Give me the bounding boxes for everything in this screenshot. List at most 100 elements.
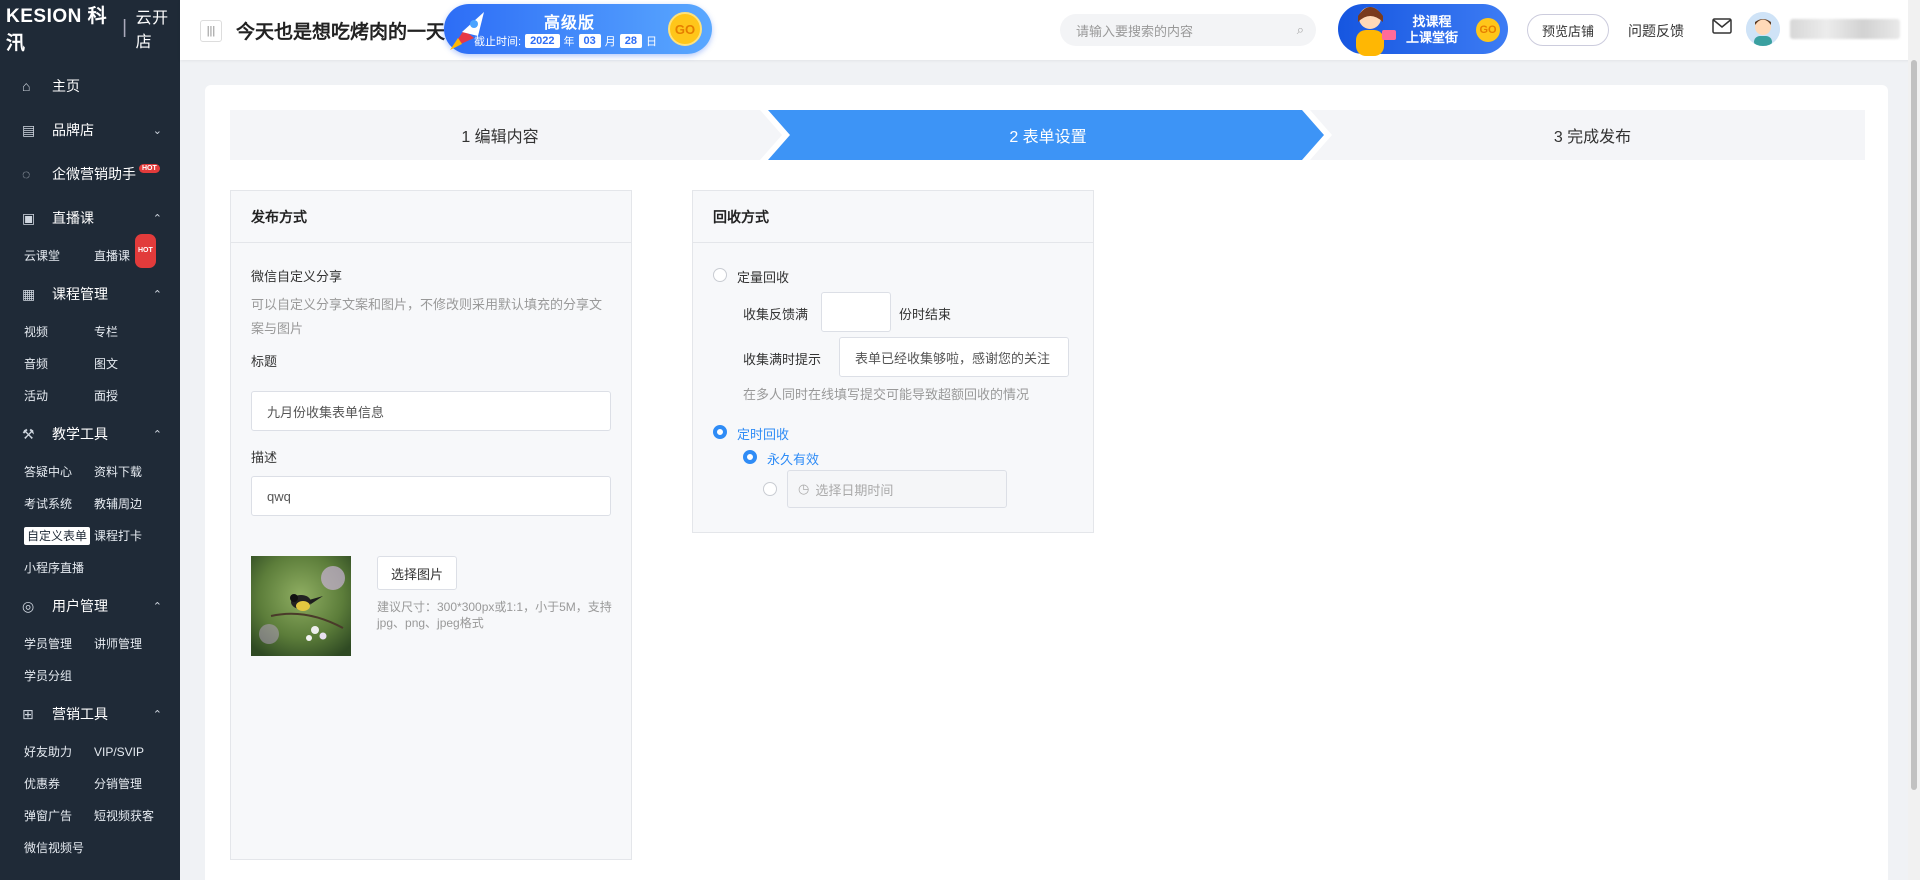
sidebar-item-course[interactable]: ▦ 课程管理 ⌃ xyxy=(0,272,180,316)
chevron-up-icon: ⌃ xyxy=(152,708,162,721)
recycle-panel: 回收方式 定量回收 收集反馈满 份时结束 收集满时提示 表单已经收集够啦，感谢您… xyxy=(692,190,1094,533)
upgrade-go-button[interactable]: GO xyxy=(668,12,702,46)
sidebar-sub-groups[interactable]: 学员分组 xyxy=(24,660,94,692)
course-street-banner[interactable]: 找课程 上课堂街 GO xyxy=(1338,4,1508,56)
clock-icon: ◷ xyxy=(798,481,810,496)
course-submenu: 视频 专栏 音频 图文 活动 面授 xyxy=(0,316,180,412)
share-image-thumbnail[interactable] xyxy=(251,556,351,656)
page-scrollbar[interactable] xyxy=(1908,0,1920,880)
recycle-panel-heading: 回收方式 xyxy=(693,191,1093,243)
sidebar-sub-short-video[interactable]: 短视频获客 xyxy=(94,800,174,832)
pro-plan-banner[interactable]: 高级版 截止时间: 2022 年 03 月 28 日 GO xyxy=(444,4,712,54)
sidebar-sub-miniprogram-live[interactable]: 小程序直播 xyxy=(24,552,94,584)
sidebar-sub-live-class[interactable]: 直播课 HOT xyxy=(94,234,174,272)
quota-recycle-label: 定量回收 xyxy=(737,270,790,285)
sidebar-item-label: 企微营销助手 xyxy=(52,166,136,182)
sidebar-sub-cloud-class[interactable]: 云课堂 xyxy=(24,240,94,272)
sidebar-sub-checkin[interactable]: 课程打卡 xyxy=(94,520,174,552)
sidebar-sub-activity[interactable]: 活动 xyxy=(24,380,94,412)
share-title-field[interactable]: 九月份收集表单信息 xyxy=(251,391,611,431)
datetime-picker[interactable]: ◷ 选择日期时间 xyxy=(787,470,1007,508)
teacher-illustration-icon xyxy=(1356,7,1396,56)
store-icon: ▤ xyxy=(22,121,36,138)
search-icon[interactable]: ⌕ xyxy=(1297,22,1304,38)
search-placeholder: 请输入要搜索的内容 xyxy=(1076,23,1194,39)
sidebar-item-marketing[interactable]: ⊞ 营销工具 ⌃ xyxy=(0,692,180,736)
permanent-radio[interactable] xyxy=(743,450,757,464)
sidebar-sub-aids[interactable]: 教辅周边 xyxy=(94,488,174,520)
sidebar-sub-distribution[interactable]: 分销管理 xyxy=(94,768,174,800)
plan-expiry: 截止时间: 2022 年 03 月 28 日 xyxy=(474,34,658,48)
sidebar-sub-column[interactable]: 专栏 xyxy=(94,316,174,348)
share-description-field[interactable]: qwq xyxy=(251,476,611,516)
quota-recycle-radio[interactable] xyxy=(713,268,727,282)
chevron-up-icon: ⌃ xyxy=(152,428,162,441)
sidebar-sub-exam[interactable]: 考试系统 xyxy=(24,488,94,520)
publish-panel: 发布方式 微信自定义分享 可以自定义分享文案和图片，不修改则采用默认填充的分享文… xyxy=(230,190,632,860)
video-camera-icon: ▣ xyxy=(22,209,36,226)
sidebar-sub-downloads[interactable]: 资料下载 xyxy=(94,456,174,488)
sidebar-sub-audio[interactable]: 音频 xyxy=(24,348,94,380)
marketing-submenu: 好友助力 VIP/SVIP 优惠券 分销管理 弹窗广告 短视频获客 微信视频号 xyxy=(0,736,180,864)
datetime-radio[interactable] xyxy=(763,482,777,496)
teaching-submenu: 答疑中心 资料下载 考试系统 教辅周边 自定义表单 课程打卡 小程序直播 xyxy=(0,456,180,584)
chevron-up-icon: ⌃ xyxy=(152,212,162,225)
choose-image-button[interactable]: 选择图片 xyxy=(377,556,457,590)
tools-icon: ⚒ xyxy=(22,425,35,442)
sidebar-sub-students[interactable]: 学员管理 xyxy=(24,628,94,660)
sidebar-item-brand-store[interactable]: ▤ 品牌店 ⌄ xyxy=(0,108,180,152)
sidebar-sub-vip[interactable]: VIP/SVIP xyxy=(94,736,174,768)
sidebar-sub-teachers[interactable]: 讲师管理 xyxy=(94,628,174,660)
document-icon: ▦ xyxy=(22,285,36,302)
hot-badge: HOT xyxy=(139,163,160,173)
chevron-down-icon: ⌄ xyxy=(152,124,162,137)
sidebar-item-label: 课程管理 xyxy=(52,286,108,302)
step-edit-content[interactable]: 1 编辑内容 xyxy=(230,110,770,160)
sidebar-sub-custom-form[interactable]: 自定义表单 xyxy=(24,520,94,552)
datetime-placeholder: 选择日期时间 xyxy=(815,482,894,498)
hot-badge: HOT xyxy=(135,234,156,268)
sidebar-sub-coupons[interactable]: 优惠券 xyxy=(24,768,94,800)
logo-brand: KESION 科汛 xyxy=(6,6,108,54)
menu-toggle-icon[interactable]: ||| xyxy=(200,20,222,42)
timed-recycle-radio[interactable] xyxy=(713,425,727,439)
description-label: 描述 xyxy=(251,450,278,465)
collect-count-field[interactable] xyxy=(821,292,891,332)
user-icon: ◎ xyxy=(22,597,35,614)
sidebar-item-label: 主页 xyxy=(52,78,80,94)
step-publish[interactable]: 3 完成发布 xyxy=(1320,110,1865,160)
preview-store-button[interactable]: 预览店铺 xyxy=(1527,14,1609,46)
sidebar-item-teaching[interactable]: ⚒ 教学工具 ⌃ xyxy=(0,412,180,456)
scrollbar-thumb[interactable] xyxy=(1911,60,1917,790)
logo[interactable]: KESION 科汛 | 云开店 xyxy=(0,0,180,56)
sidebar-item-label: 直播课 xyxy=(52,210,94,226)
avatar[interactable] xyxy=(1746,12,1780,46)
sidebar-sub-article[interactable]: 图文 xyxy=(94,348,174,380)
sidebar-sub-offline[interactable]: 面授 xyxy=(94,380,174,412)
sidebar-item-wecom[interactable]: ◌ 企微营销助手 HOT xyxy=(0,152,180,196)
sidebar-sub-popup-ads[interactable]: 弹窗广告 xyxy=(24,800,94,832)
sidebar-sub-video[interactable]: 视频 xyxy=(24,316,94,348)
logo-separator: | xyxy=(122,17,128,38)
sidebar-item-live[interactable]: ▣ 直播课 ⌃ xyxy=(0,196,180,240)
full-tip-field[interactable]: 表单已经收集够啦，感谢您的关注 xyxy=(839,337,1069,377)
step-form-settings[interactable]: 2 表单设置 xyxy=(778,110,1318,160)
plan-tier: 高级版 xyxy=(544,15,596,32)
share-title: 微信自定义分享 xyxy=(251,269,343,284)
feedback-link[interactable]: 问题反馈 xyxy=(1628,21,1684,41)
sidebar-item-users[interactable]: ◎ 用户管理 ⌃ xyxy=(0,584,180,628)
course-go-button[interactable]: GO xyxy=(1476,18,1500,42)
sidebar-sub-wechat-channels[interactable]: 微信视频号 xyxy=(24,832,94,864)
username-redacted xyxy=(1790,19,1900,39)
sidebar-sub-qa[interactable]: 答疑中心 xyxy=(24,456,94,488)
live-submenu: 云课堂 直播课 HOT xyxy=(0,234,180,272)
sidebar-item-home[interactable]: ⌂ 主页 xyxy=(0,64,180,108)
publish-panel-heading: 发布方式 xyxy=(231,191,631,243)
course-banner-text: 找课程 上课堂街 xyxy=(1406,14,1459,45)
sidebar-item-label: 用户管理 xyxy=(52,598,108,614)
permanent-label: 永久有效 xyxy=(767,452,820,467)
search-input[interactable]: 请输入要搜索的内容 ⌕ xyxy=(1060,14,1316,46)
timed-recycle-label: 定时回收 xyxy=(737,427,790,442)
mail-icon[interactable] xyxy=(1712,18,1732,34)
sidebar-sub-friend-help[interactable]: 好友助力 xyxy=(24,736,94,768)
